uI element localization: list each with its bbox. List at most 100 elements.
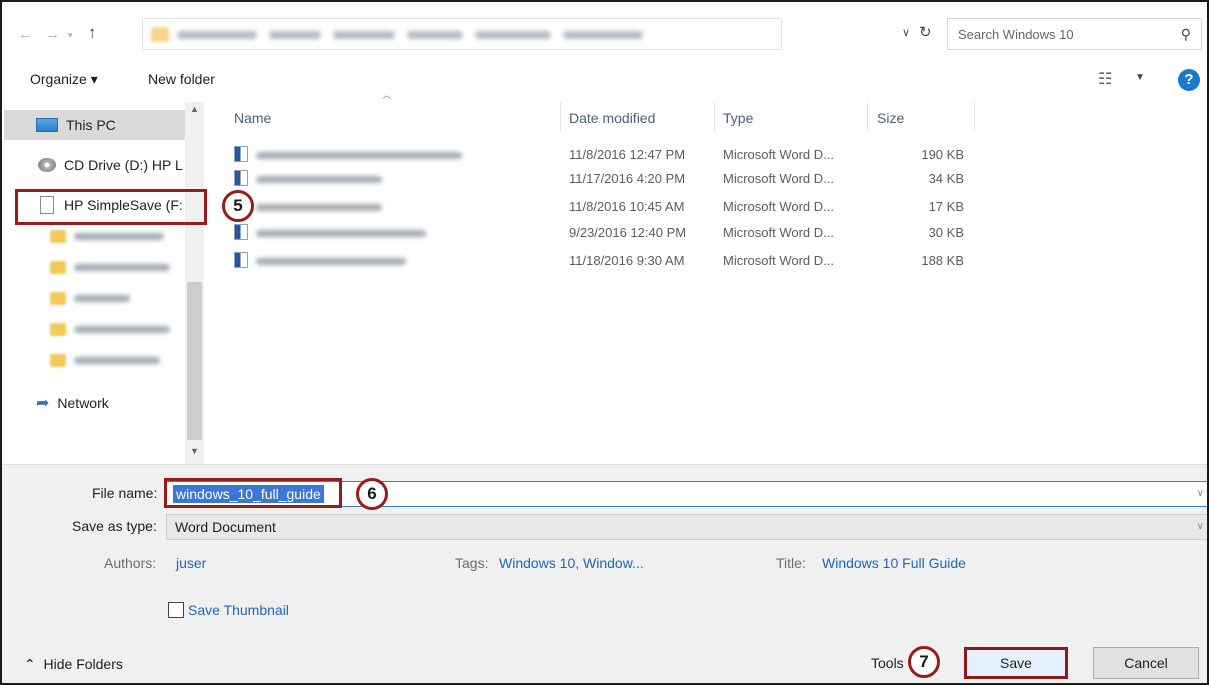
nav-item-blurred[interactable] — [74, 326, 170, 333]
breadcrumb-segment[interactable] — [475, 31, 551, 39]
file-row[interactable]: 11/18/2016 9:30 AM Microsoft Word D... 1… — [212, 250, 972, 272]
search-input[interactable]: Search Windows 10 ⚲ — [947, 18, 1202, 50]
nav-item-blurred[interactable] — [74, 264, 170, 271]
step-6-callout: 6 — [356, 478, 388, 510]
save-as-dialog: ← → ▾ ↑ ∨ ↻ Search Windows 10 ⚲ Organize… — [0, 0, 1209, 685]
file-size: 190 KB — [921, 147, 964, 162]
file-type: Microsoft Word D... — [723, 253, 835, 268]
folder-icon — [50, 261, 66, 274]
view-options-chevron-icon[interactable]: ▼ — [1135, 72, 1145, 83]
title-label: Title: — [776, 555, 806, 571]
hide-folders-button[interactable]: ⌃ Hide Folders — [24, 656, 123, 673]
step-7-callout: 7 — [908, 646, 940, 678]
nav-item-label: CD Drive (D:) HP L — [64, 157, 183, 173]
column-divider[interactable] — [867, 102, 868, 132]
file-type: Microsoft Word D... — [723, 147, 835, 162]
highlight-box-drive — [15, 189, 207, 225]
file-name-blurred — [256, 152, 462, 159]
tools-button[interactable]: Tools — [871, 655, 904, 671]
file-date: 9/23/2016 12:40 PM — [569, 225, 687, 240]
cancel-button[interactable]: Cancel — [1093, 647, 1199, 679]
scroll-down-icon[interactable]: ▼ — [190, 446, 199, 456]
title-field[interactable]: Windows 10 Full Guide — [822, 555, 966, 571]
new-folder-button[interactable]: New folder — [148, 71, 215, 87]
address-row: ← → ▾ ↑ ∨ ↻ Search Windows 10 ⚲ — [2, 2, 1207, 64]
save-thumbnail-checkbox[interactable] — [168, 602, 184, 618]
authors-label: Authors: — [104, 555, 157, 571]
breadcrumb-segment[interactable] — [269, 31, 321, 39]
breadcrumb-segment[interactable] — [407, 31, 463, 39]
breadcrumb-segment[interactable] — [563, 31, 643, 39]
file-name-blurred — [256, 230, 426, 237]
file-list: ︿ Name Date modified Type Size 11/8/2016… — [212, 90, 1207, 464]
nav-item-label: Network — [57, 395, 109, 411]
column-header-name[interactable]: Name — [234, 110, 271, 126]
save-type-chevron-icon[interactable]: ∨ — [1197, 521, 1204, 532]
file-type: Microsoft Word D... — [723, 199, 835, 214]
breadcrumb-segment[interactable] — [177, 31, 257, 39]
computer-icon — [36, 118, 58, 132]
column-divider[interactable] — [714, 102, 715, 132]
help-icon[interactable]: ? — [1178, 69, 1200, 91]
tags-field[interactable]: Windows 10, Window... — [499, 555, 644, 571]
recent-locations-chevron-icon[interactable]: ▾ — [68, 30, 73, 41]
file-size: 34 KB — [928, 171, 964, 186]
file-name-blurred — [256, 258, 406, 265]
word-document-icon — [234, 252, 248, 268]
highlight-box-file-name — [164, 478, 342, 508]
sort-indicator-icon: ︿ — [382, 90, 392, 100]
breadcrumb-segment[interactable] — [333, 31, 395, 39]
column-header-size[interactable]: Size — [877, 110, 904, 126]
word-document-icon — [234, 224, 248, 240]
file-row[interactable]: 9/23/2016 12:40 PM Microsoft Word D... 3… — [212, 222, 972, 244]
column-header-type[interactable]: Type — [723, 110, 753, 126]
file-row[interactable]: 11/8/2016 10:45 AM Microsoft Word D... 1… — [212, 196, 972, 218]
nav-item-cd-drive[interactable]: CD Drive (D:) HP L — [4, 150, 186, 180]
command-toolbar: Organize ▾ New folder ☷ ▼ ? — [2, 64, 1207, 102]
file-name-blurred — [256, 204, 382, 211]
back-arrow-icon[interactable]: ← — [18, 26, 33, 43]
folder-icon — [151, 27, 169, 42]
file-row[interactable]: 11/17/2016 4:20 PM Microsoft Word D... 3… — [212, 168, 972, 190]
forward-arrow-icon[interactable]: → — [45, 26, 60, 43]
word-document-icon — [234, 170, 248, 186]
file-row[interactable]: 11/8/2016 12:47 PM Microsoft Word D... 1… — [212, 144, 972, 166]
network-icon: ➦ — [36, 395, 50, 412]
save-thumbnail-label[interactable]: Save Thumbnail — [188, 602, 289, 618]
chevron-up-icon: ⌃ — [24, 656, 36, 672]
address-history-chevron-icon[interactable]: ∨ — [902, 26, 910, 39]
nav-item-network[interactable]: ➦ Network — [4, 388, 186, 418]
up-arrow-icon[interactable]: ↑ — [88, 23, 97, 43]
address-bar[interactable] — [142, 18, 782, 50]
nav-item-blurred[interactable] — [74, 233, 164, 240]
nav-item-blurred[interactable] — [74, 295, 130, 302]
column-divider[interactable] — [560, 102, 561, 132]
nav-scrollbar[interactable]: ▲ ▼ — [185, 102, 204, 464]
column-divider[interactable] — [974, 102, 975, 132]
organize-button[interactable]: Organize ▾ — [30, 71, 98, 88]
search-icon[interactable]: ⚲ — [1181, 26, 1191, 43]
file-date: 11/18/2016 9:30 AM — [569, 253, 685, 268]
change-view-icon[interactable]: ☷ — [1098, 69, 1112, 89]
nav-item-this-pc[interactable]: This PC — [4, 110, 186, 140]
save-button[interactable]: Save — [964, 647, 1068, 679]
file-name-blurred — [256, 176, 382, 183]
nav-item-blurred[interactable] — [74, 357, 160, 364]
folder-icon — [50, 230, 66, 243]
file-date: 11/8/2016 12:47 PM — [569, 147, 686, 162]
file-date: 11/8/2016 10:45 AM — [569, 199, 685, 214]
scroll-thumb[interactable] — [187, 282, 202, 440]
authors-field[interactable]: juser — [176, 555, 206, 571]
nav-item-label: This PC — [66, 117, 116, 133]
refresh-icon[interactable]: ↻ — [919, 23, 932, 41]
column-header-date[interactable]: Date modified — [569, 110, 655, 126]
file-name-chevron-icon[interactable]: ∨ — [1197, 488, 1204, 499]
file-type: Microsoft Word D... — [723, 225, 835, 240]
folder-icon — [50, 354, 66, 367]
save-type-select[interactable]: Word Document ∨ — [166, 514, 1207, 540]
cd-drive-icon — [38, 158, 56, 172]
save-type-value: Word Document — [175, 519, 276, 535]
file-date: 11/17/2016 4:20 PM — [569, 171, 686, 186]
file-size: 17 KB — [928, 199, 964, 214]
scroll-up-icon[interactable]: ▲ — [190, 104, 199, 114]
